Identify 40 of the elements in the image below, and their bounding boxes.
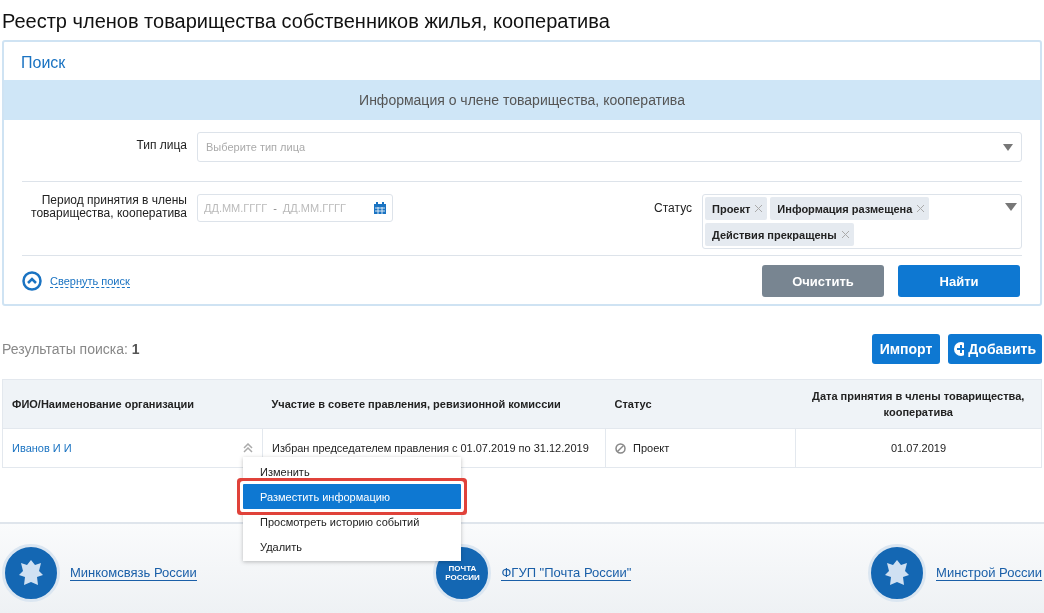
footer-link[interactable]: Минстрой России bbox=[936, 565, 1042, 581]
clear-button[interactable]: Очистить bbox=[762, 265, 884, 297]
column-header: ФИО/Наименование организации bbox=[2, 379, 263, 429]
status-tag: Проект bbox=[705, 197, 768, 220]
table-cell: Проект bbox=[633, 442, 670, 454]
column-header: Статус bbox=[605, 379, 796, 429]
table-cell: Избран председателем правления с 01.07.2019 по 31.12.2019 bbox=[272, 442, 589, 454]
results-count: Результаты поиска: 1 bbox=[2, 341, 140, 357]
menu-item[interactable]: Просмотреть историю событий bbox=[243, 509, 461, 534]
collapse-icon[interactable] bbox=[22, 271, 42, 291]
double-chevron-up-icon[interactable] bbox=[243, 443, 253, 453]
search-button[interactable]: Найти bbox=[898, 265, 1020, 297]
dropdown-arrow-icon bbox=[1003, 143, 1013, 151]
column-header: Дата принятия в члены товарищества, кооператива bbox=[795, 379, 1042, 429]
field-label: Статус bbox=[654, 200, 693, 215]
column-header: Участие в совете правления, ревизионной комиссии bbox=[262, 379, 606, 429]
import-button[interactable]: Импорт bbox=[872, 334, 940, 364]
add-button[interactable]: Добавить bbox=[948, 334, 1042, 364]
field-label: Период принятия в члены товарищества, кооператива bbox=[30, 194, 188, 220]
status-tag: Действия прекращены bbox=[705, 223, 854, 246]
status-multiselect[interactable]: Проект Информация размещена Действия прекращены bbox=[702, 194, 1022, 249]
footer-link[interactable]: Минкомсвязь России bbox=[70, 565, 197, 581]
menu-item[interactable]: Изменить bbox=[243, 459, 461, 484]
ban-icon bbox=[615, 442, 626, 454]
table-cell: 01.07.2019 bbox=[890, 442, 947, 454]
calendar-icon bbox=[374, 202, 386, 214]
remove-icon[interactable] bbox=[840, 230, 850, 239]
section-header: Информация о члене товарищества, кооператива bbox=[4, 80, 1040, 120]
plus-icon bbox=[954, 342, 965, 356]
member-name-link[interactable]: Иванов И И bbox=[12, 442, 72, 454]
remove-icon[interactable] bbox=[916, 204, 926, 213]
date-range-field[interactable]: ДД.ММ.ГГГГ - ДД.ММ.ГГГГ bbox=[197, 194, 393, 222]
footer-link[interactable]: ФГУП "Почта России" bbox=[501, 565, 632, 581]
status-tag: Информация размещена bbox=[770, 197, 930, 220]
dropdown-arrow-icon bbox=[1005, 203, 1017, 211]
collapse-search-link[interactable]: Свернуть поиск bbox=[50, 274, 130, 288]
remove-icon[interactable] bbox=[754, 204, 764, 213]
panel-title: Поиск bbox=[20, 53, 67, 73]
field-label: Тип лица bbox=[135, 137, 188, 152]
page-title: Реестр членов товарищества собственников жилья, кооператива bbox=[1, 9, 611, 34]
